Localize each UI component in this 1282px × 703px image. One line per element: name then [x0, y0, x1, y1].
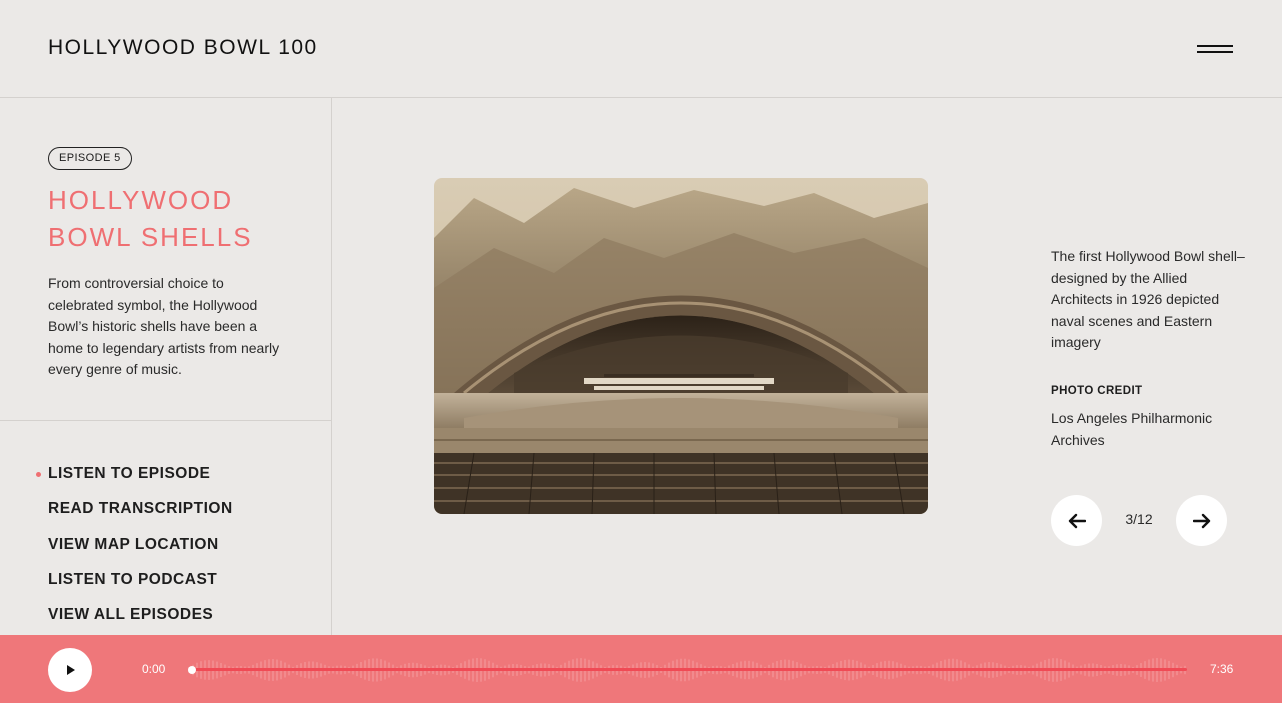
site-header: HOLLYWOOD BOWL 100 — [0, 0, 1282, 98]
audio-player: 0:00 7:36 — [0, 635, 1282, 703]
episode-nav: LISTEN TO EPISODE READ TRANSCRIPTION VIE… — [36, 464, 233, 640]
menu-line-top — [1197, 45, 1233, 47]
nav-listen-to-podcast[interactable]: LISTEN TO PODCAST — [48, 570, 233, 605]
active-indicator-dot — [36, 472, 41, 477]
play-button[interactable] — [48, 648, 92, 692]
nav-item-label: READ TRANSCRIPTION — [48, 500, 233, 518]
photo-counter: 3/12 — [1125, 511, 1153, 527]
progress-track[interactable] — [192, 668, 1187, 671]
shell-photo-illustration — [434, 178, 928, 514]
nav-item-label: LISTEN TO PODCAST — [48, 570, 218, 588]
nav-item-label: VIEW ALL EPISODES — [48, 606, 214, 624]
episode-description: From controversial choice to celebrated … — [48, 275, 280, 377]
duration-time: 7:36 — [1210, 662, 1234, 676]
nav-item-label: VIEW MAP LOCATION — [48, 535, 219, 553]
hamburger-icon[interactable] — [1197, 40, 1233, 56]
arrow-left-icon — [1068, 513, 1086, 528]
photo-credit-value: Los Angeles Philharmonic Archives — [1051, 410, 1213, 448]
menu-line-bottom — [1197, 51, 1233, 53]
arrow-right-icon — [1192, 513, 1210, 528]
next-photo-button[interactable] — [1176, 495, 1227, 546]
previous-photo-button[interactable] — [1051, 495, 1102, 546]
play-icon — [67, 665, 75, 675]
site-logo[interactable]: HOLLYWOOD BOWL 100 — [48, 36, 318, 60]
episode-title: HOLLYWOOD BOWL SHELLS — [48, 185, 253, 252]
nav-read-transcription[interactable]: READ TRANSCRIPTION — [48, 499, 233, 534]
nav-item-label: LISTEN TO EPISODE — [48, 465, 211, 482]
photo-credit-label: PHOTO CREDIT — [1051, 385, 1143, 397]
current-time: 0:00 — [142, 662, 166, 676]
episode-badge: EPISODE 5 — [48, 147, 132, 170]
nav-listen-to-episode[interactable]: LISTEN TO EPISODE — [36, 464, 233, 499]
episode-sidebar: EPISODE 5 HOLLYWOOD BOWL SHELLS From con… — [0, 98, 332, 635]
nav-view-map-location[interactable]: VIEW MAP LOCATION — [48, 535, 233, 570]
photo-caption: The first Hollywood Bowl shell–designed … — [1051, 248, 1245, 350]
progress-scrubber[interactable] — [188, 666, 196, 674]
sidebar-divider — [0, 420, 331, 421]
gallery-photo — [434, 178, 928, 514]
